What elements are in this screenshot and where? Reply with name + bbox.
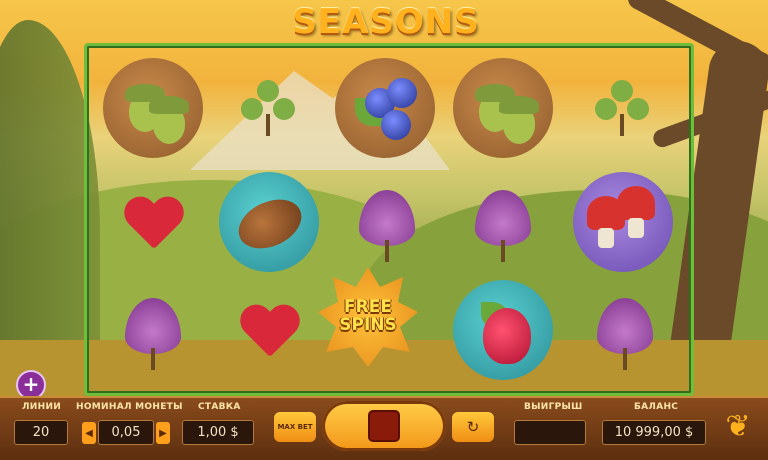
free-spins-scatter-symbol: FREE SPINS [313, 262, 423, 370]
stem-icon [151, 348, 155, 370]
leaf-icon [627, 98, 649, 120]
purple-leaf-symbol [103, 286, 203, 386]
purple-leaf-symbol [575, 286, 675, 386]
acorns-symbol [103, 58, 203, 158]
game-logo: SEASONS [292, 2, 480, 42]
red-heart-leaf-symbol [103, 172, 203, 272]
coin-value: 0,05 [98, 420, 154, 445]
purple-leaf-icon [597, 298, 653, 354]
mushroom-icon [617, 186, 655, 238]
berry-icon [381, 110, 411, 140]
strawberry-symbol [453, 280, 553, 380]
berry-icon [387, 78, 417, 108]
acorn-icon [499, 96, 539, 144]
arrow-left-icon[interactable]: ◀ [82, 422, 96, 444]
free-spins-text: FREE SPINS [339, 297, 397, 335]
stem-icon [501, 240, 505, 262]
lines-label: ЛИНИИ [22, 402, 62, 412]
reel-grid: FREE SPINS [84, 43, 694, 396]
acorn-icon [149, 96, 189, 144]
purple-leaf-symbol [337, 172, 437, 272]
yggdrasil-tree-icon: ❦ [725, 408, 751, 444]
strawberry-icon [483, 308, 531, 364]
heart-leaf-icon [239, 306, 299, 362]
mushrooms-symbol [573, 172, 673, 272]
leaf-icon [273, 98, 295, 120]
stem-icon [623, 348, 627, 370]
spin-button[interactable] [322, 401, 446, 451]
win-value [514, 420, 586, 445]
win-label: ВЫИГРЫШ [524, 402, 583, 412]
leaf-icon [241, 98, 263, 120]
clover-leaf-symbol [219, 58, 319, 158]
stem-icon [620, 114, 624, 136]
clover-leaf-symbol [573, 58, 673, 158]
red-heart-leaf-symbol [219, 286, 319, 386]
balance-label: БАЛАНС [634, 402, 679, 412]
autoplay-button[interactable]: ↻ [452, 412, 494, 442]
purple-leaf-icon [125, 298, 181, 354]
heart-leaf-icon [123, 198, 183, 254]
arrow-right-icon[interactable]: ▶ [156, 422, 170, 444]
leaf-icon [257, 80, 279, 102]
leaf-icon [595, 98, 617, 120]
acorns-symbol [453, 58, 553, 158]
balance-value: 10 999,00 $ [602, 420, 706, 445]
pine-cone-symbol [219, 172, 319, 272]
bet-label: СТАВКА [198, 402, 241, 412]
purple-leaf-icon [475, 190, 531, 246]
max-bet-button[interactable]: MAX BET [274, 412, 316, 442]
autoplay-icon: ↻ [466, 418, 480, 436]
blueberries-symbol [335, 58, 435, 158]
stop-icon [370, 412, 398, 440]
bet-value: 1,00 $ [182, 420, 254, 445]
lines-value: 20 [14, 420, 68, 445]
purple-leaf-icon [359, 190, 415, 246]
leaf-icon [611, 80, 633, 102]
purple-leaf-symbol [453, 172, 553, 272]
stem-icon [266, 114, 270, 136]
coin-value-label: НОМИНАЛ МОНЕТЫ [76, 402, 183, 412]
stem-icon [385, 240, 389, 262]
